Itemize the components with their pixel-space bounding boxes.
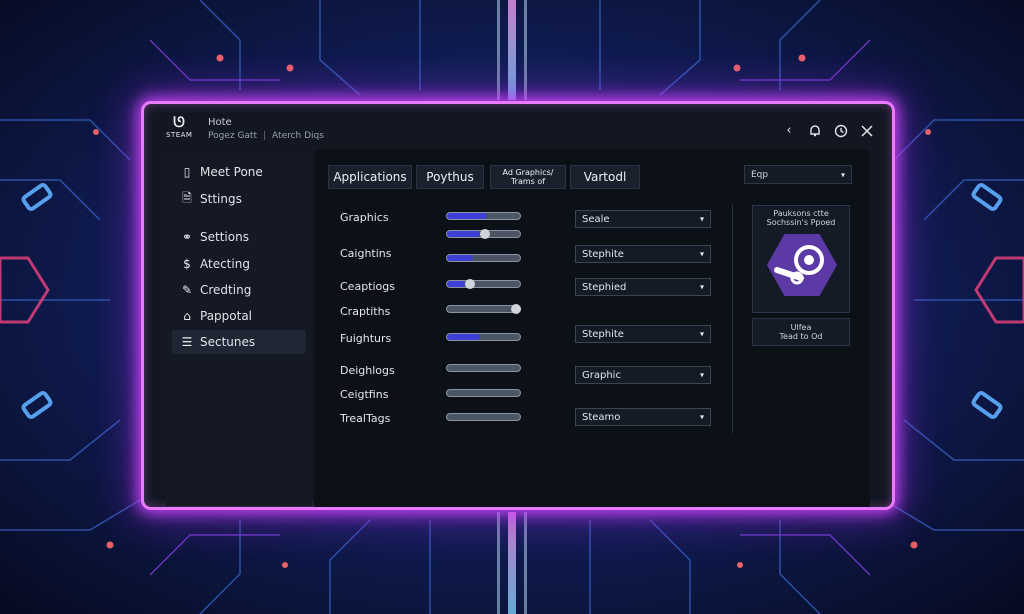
sidebar-item-label: Meet Pone	[200, 165, 263, 179]
window-title: Hote	[208, 117, 232, 128]
select-value: Seale	[582, 213, 610, 225]
slider-fill	[447, 213, 488, 219]
sidebar-item-label: Sttings	[200, 192, 242, 206]
steam-badge-card[interactable]: Pauksons ctte Sochssin's Ppoed	[752, 205, 850, 313]
chevron-left-icon[interactable]: ‹	[782, 124, 796, 138]
dollar-icon: $	[183, 257, 191, 271]
select-value: Stephied	[582, 281, 627, 293]
row-label-fuighturs: Fuighturs	[340, 332, 392, 345]
chevron-down-icon: ▾	[699, 329, 704, 339]
select-stephite-2[interactable]: Stephite ▾	[575, 325, 711, 343]
sidebar-item-credting[interactable]: ✎ Credting	[172, 278, 306, 302]
card-header: Pauksons ctte Sochssin's Ppoed	[753, 209, 849, 227]
chevron-down-icon: ▾	[699, 249, 704, 259]
top-dropdown-value: Eqp	[751, 169, 769, 180]
slider-fill	[447, 334, 480, 340]
tab-applications[interactable]: Applications	[328, 165, 412, 189]
select-graphic[interactable]: Graphic ▾	[575, 366, 711, 384]
select-stephied[interactable]: Stephied ▾	[575, 278, 711, 296]
chevron-down-icon: ▾	[699, 370, 704, 380]
row-label-deighlogs: Deighlogs	[340, 364, 395, 377]
slider[interactable]	[446, 413, 521, 421]
steam-logo[interactable]: ᘎ STEAM	[166, 116, 192, 140]
tab-graphics[interactable]: Ad Graphics/ Trams of	[490, 165, 566, 189]
window-subtitle: Pogez Gatt | Aterch Diqs	[208, 131, 324, 141]
subtitle-separator: |	[263, 131, 267, 141]
chevron-down-icon: ▾	[699, 214, 704, 224]
close-icon[interactable]	[860, 124, 874, 138]
sidebar-item-settions[interactable]: ⚭ Settions	[172, 225, 306, 249]
slider[interactable]	[446, 280, 521, 288]
chevron-down-icon: ▾	[699, 412, 704, 422]
row-label-ceaptiogs: Ceaptiogs	[340, 280, 395, 293]
sidebar-item-label: Pappotal	[200, 309, 253, 323]
tab-vartodl[interactable]: Vartodl	[570, 165, 640, 189]
sidebar-item-pappotal[interactable]: ⌂ Pappotal	[172, 304, 306, 328]
chevron-down-icon: ▾	[699, 282, 704, 292]
slider[interactable]	[446, 389, 521, 397]
chevron-down-icon: ▾	[840, 170, 845, 179]
sidebar-item-label: Atecting	[200, 257, 250, 271]
phone-icon: ▯	[183, 165, 191, 179]
select-value: Stephite	[582, 328, 624, 340]
card-header-line1: Pauksons ctte	[773, 209, 829, 218]
select-seale[interactable]: Seale ▾	[575, 210, 711, 228]
select-value: Stephite	[582, 248, 624, 260]
slider-knob[interactable]	[479, 229, 490, 239]
sidebar: ▯ Meet Pone 🗎 Sttings ⚭ Settions $ Atecting …	[166, 154, 312, 506]
sidebar-item-label: Settions	[200, 230, 249, 244]
caption-line2: Tead to Od	[779, 332, 823, 341]
sidebar-item-meet-pone[interactable]: ▯ Meet Pone	[172, 160, 306, 184]
caption-line1: Ulfea	[790, 323, 812, 332]
pencil-icon: ✎	[181, 283, 193, 297]
steam-logo-icon: ᘎ	[173, 115, 185, 131]
row-label-trealtags: TrealTags	[340, 412, 391, 425]
bell-icon[interactable]	[808, 124, 822, 138]
panel-divider	[732, 205, 733, 433]
steam-badge-caption: Ulfea Tead to Od	[752, 318, 850, 346]
subtitle-left[interactable]: Pogez Gatt	[208, 131, 257, 141]
settings-panel: Applications Poythus Ad Graphics/ Trams …	[314, 149, 870, 507]
slider-fill	[447, 255, 473, 261]
clock-icon[interactable]	[834, 124, 848, 138]
sliders-icon: ☰	[181, 335, 193, 349]
slider[interactable]	[446, 254, 521, 262]
slider-knob[interactable]	[511, 304, 521, 314]
top-dropdown[interactable]: Eqp ▾	[744, 165, 852, 184]
steam-settings-window: ᘎ STEAM Hote Pogez Gatt | Aterch Diqs ‹ ▯ M…	[141, 101, 895, 510]
tab-poythus[interactable]: Poythus	[416, 165, 484, 189]
link-icon: ⚭	[181, 230, 193, 244]
slider[interactable]	[446, 212, 521, 220]
row-label-graphics: Graphics	[340, 211, 389, 224]
row-label-caightins: Caightins	[340, 247, 392, 260]
sidebar-item-sectunes[interactable]: ☰ Sectunes	[172, 330, 306, 354]
slider-fill	[447, 231, 480, 237]
subtitle-right[interactable]: Aterch Diqs	[272, 131, 324, 141]
slider-fill	[447, 281, 466, 287]
title-bar: ᘎ STEAM Hote Pogez Gatt | Aterch Diqs ‹	[144, 104, 892, 150]
slider[interactable]	[446, 364, 521, 372]
select-value: Steamo	[582, 411, 621, 423]
sidebar-item-sttings[interactable]: 🗎 Sttings	[172, 187, 306, 211]
document-icon: 🗎	[182, 190, 192, 205]
window-controls: ‹	[782, 124, 874, 138]
select-value: Graphic	[582, 369, 621, 381]
select-steamo[interactable]: Steamo ▾	[575, 408, 711, 426]
steam-icon	[774, 245, 824, 285]
row-label-craptiths: Craptiths	[340, 305, 391, 318]
card-header-line2: Sochssin's Ppoed	[766, 218, 836, 227]
row-label-ceigtfins: Ceigtfins	[340, 388, 389, 401]
sidebar-item-label: Sectunes	[200, 335, 256, 349]
tag-icon: ⌂	[183, 309, 191, 323]
slider[interactable]	[446, 333, 521, 341]
slider[interactable]	[446, 305, 521, 313]
slider-knob[interactable]	[464, 279, 475, 289]
select-stephite[interactable]: Stephite ▾	[575, 245, 711, 263]
steam-logo-text: STEAM	[166, 131, 193, 139]
sidebar-item-label: Credting	[200, 283, 252, 297]
sidebar-item-atecting[interactable]: $ Atecting	[172, 252, 306, 276]
